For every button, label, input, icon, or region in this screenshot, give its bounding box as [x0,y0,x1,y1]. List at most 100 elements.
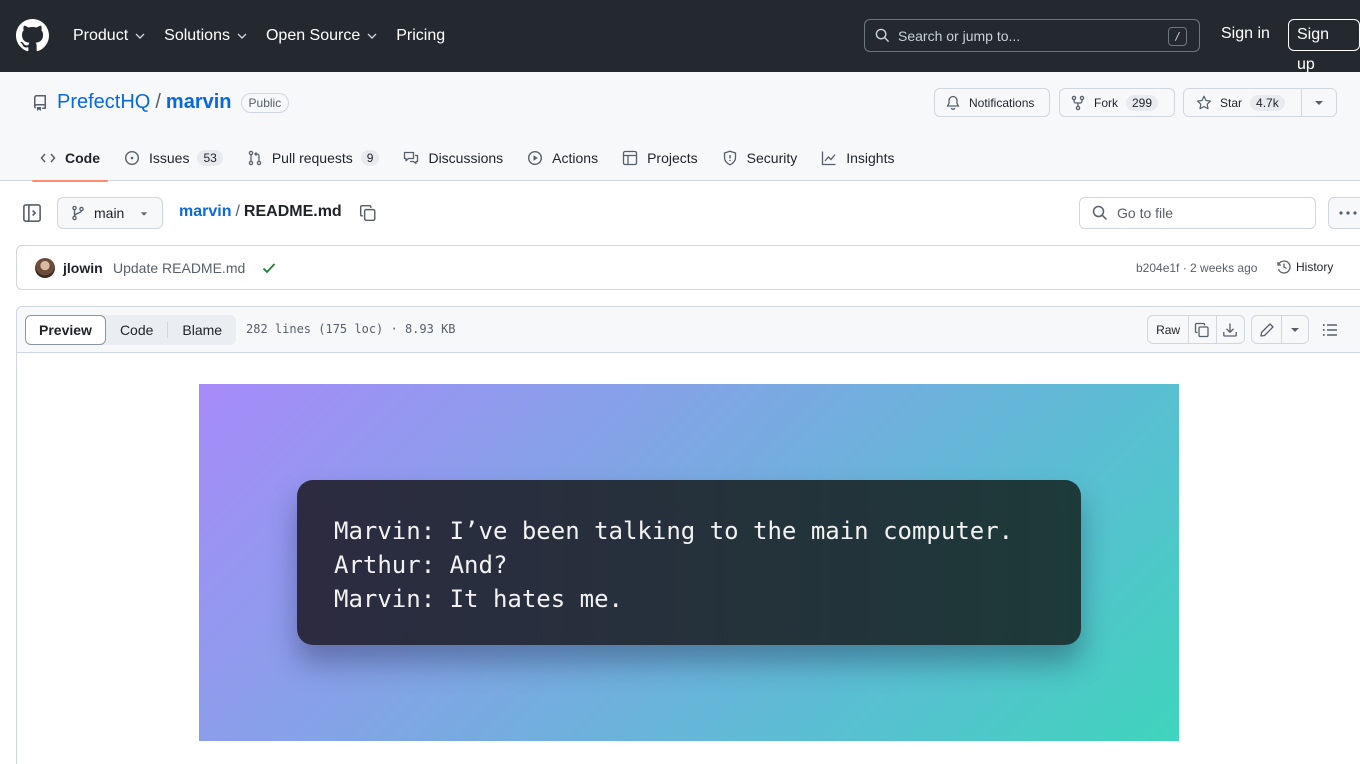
breadcrumb-repo-link[interactable]: marvin [179,203,231,221]
table-icon [622,150,638,165]
commit-sha-time[interactable]: b204e1f · 2 weeks ago [1136,261,1257,275]
readme-banner-image: Marvin: I’ve been talking to the main co… [199,384,1179,741]
edit-button-group [1251,315,1309,344]
play-icon [528,150,543,165]
tab-actions-label: Actions [552,149,599,166]
triangle-down-icon [140,212,148,216]
history-link[interactable]: History [1276,259,1333,275]
notifications-button[interactable]: Notifications [934,88,1050,117]
tab-pull-requests-label: Pull requests [271,149,353,166]
branch-selector-button[interactable]: main [57,197,163,229]
file-viewer-header: Preview Code Blame 282 lines (175 loc) ·… [17,307,1360,353]
raw-label: Raw [1156,322,1181,337]
nav-product[interactable]: Product [64,16,155,56]
edit-file-button[interactable] [1252,316,1282,343]
breadcrumb-file-name: README.md [243,203,342,220]
commit-message-link[interactable]: Update README.md [113,260,245,276]
sidebar-expand-icon[interactable] [22,203,42,223]
tab-security[interactable]: Security [714,134,806,181]
tab-insights-label: Insights [846,149,895,166]
tab-code-label: Code [65,149,100,166]
global-search-input[interactable]: Search or jump to... / [864,19,1200,52]
commit-author-link[interactable]: jlowin [63,260,103,276]
search-icon [1092,205,1108,221]
tab-code-view-label: Code [119,322,154,338]
tab-pull-requests[interactable]: Pull requests 9 [239,134,388,181]
nav-open-source-label: Open Source [265,27,361,44]
notifications-label: Notifications [969,95,1035,110]
graph-icon [822,151,836,165]
pull-requests-count: 9 [360,149,380,166]
terminal-quote-card: Marvin: I’ve been talking to the main co… [297,480,1081,645]
download-button[interactable] [1217,316,1244,343]
tab-code-view[interactable]: Code [106,315,167,345]
history-icon [1277,260,1291,274]
list-outline-icon[interactable] [1322,322,1338,338]
go-to-file-input[interactable]: Go to file [1079,197,1316,229]
tab-issues[interactable]: Issues 53 [116,134,231,181]
issue-icon [124,150,140,165]
discussion-icon [404,151,419,164]
search-shortcut-key: / [1168,27,1187,46]
star-count: 4.7k [1250,94,1285,111]
star-icon [1196,95,1212,109]
repo-owner-link[interactable]: PrefectHQ [57,91,150,114]
tab-discussions[interactable]: Discussions [395,134,511,181]
quote-line-1: Marvin: I’ve been talking to the main co… [334,517,1014,545]
more-options-button[interactable] [1328,197,1360,229]
quote-line-3: Marvin: It hates me. [334,585,623,613]
view-mode-segmented-control: Preview Code Blame [25,315,237,345]
tab-code[interactable]: Code [32,134,108,182]
sign-in-link[interactable]: Sign in [1221,25,1270,43]
repo-tabs: Code Issues 53 Pull requests 9 Discussio… [32,134,910,182]
sign-up-button[interactable]: Sign up [1288,19,1360,73]
file-navigation-bar: main marvin / README.md Go to file [0,181,1360,245]
star-button[interactable]: Star 4.7k [1184,89,1302,116]
tab-insights[interactable]: Insights [813,134,902,181]
nav-solutions[interactable]: Solutions [155,16,257,56]
fork-label: Fork [1094,95,1118,110]
chevron-down-icon [367,33,377,39]
repo-name-link[interactable]: marvin [166,91,232,114]
tab-actions[interactable]: Actions [519,134,606,181]
global-header: Product Solutions Open Source Pricing Se… [0,0,1360,73]
kebab-horizontal-icon [1339,211,1357,215]
tab-preview[interactable]: Preview [25,315,106,345]
file-stats: 282 lines (175 loc) · 8.93 KB [246,322,456,336]
triangle-down-icon [1315,100,1323,105]
branch-icon [72,205,84,221]
fork-icon [1071,95,1085,110]
tab-blame-label: Blame [182,322,223,338]
chevron-down-icon [237,33,247,39]
nav-pricing-label: Pricing [396,27,446,44]
tab-projects[interactable]: Projects [614,134,706,181]
edit-dropdown-button[interactable] [1282,316,1308,343]
copy-icon[interactable] [359,204,377,222]
pencil-icon [1259,322,1274,337]
search-placeholder: Search or jump to... [898,27,1021,44]
tab-blame[interactable]: Blame [168,315,236,345]
github-logo-icon[interactable] [16,19,49,52]
bell-icon [946,95,960,110]
star-label: Star [1220,95,1243,110]
star-dropdown-button[interactable] [1302,89,1336,116]
visibility-badge: Public [240,92,290,113]
download-icon [1223,323,1238,337]
triangle-down-icon [1291,327,1299,332]
fork-button[interactable]: Fork 299 [1059,88,1175,117]
global-nav: Product Solutions Open Source Pricing [64,0,454,72]
repo-title: PrefectHQ / marvin Public [32,91,290,114]
star-button-group: Star 4.7k [1183,88,1337,117]
repo-path-separator: / [155,91,161,113]
nav-pricing[interactable]: Pricing [387,16,454,56]
fork-count: 299 [1126,94,1159,111]
nav-open-source[interactable]: Open Source [257,16,387,56]
copy-raw-button[interactable] [1189,316,1217,343]
raw-button[interactable]: Raw [1148,316,1190,343]
author-avatar[interactable] [35,258,55,278]
check-icon[interactable] [261,260,277,276]
file-breadcrumb: marvin / README.md [179,203,342,221]
pull-request-icon [248,150,262,165]
shield-icon [723,150,736,165]
tab-projects-label: Projects [647,149,698,166]
